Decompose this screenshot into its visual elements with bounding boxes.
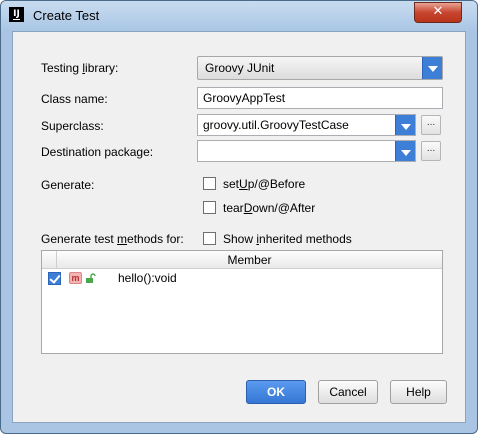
unlocked-padlock-icon bbox=[86, 273, 96, 283]
destination-package-browse-button[interactable]: ... bbox=[421, 141, 441, 161]
teardown-label: tearDown/@After bbox=[223, 201, 316, 215]
cancel-button[interactable]: Cancel bbox=[318, 380, 378, 404]
testing-library-value: Groovy JUnit bbox=[205, 61, 275, 75]
member-checkbox[interactable] bbox=[48, 272, 61, 285]
destination-package-label: Destination package: bbox=[41, 145, 154, 159]
teardown-checkbox[interactable] bbox=[203, 201, 216, 214]
testing-library-label: Testing library: bbox=[41, 61, 119, 75]
ok-button[interactable]: OK bbox=[246, 380, 306, 404]
close-button[interactable]: ✕ bbox=[414, 2, 462, 23]
setup-label: setUp/@Before bbox=[223, 177, 306, 191]
chevron-down-icon[interactable] bbox=[395, 141, 415, 161]
chevron-down-icon[interactable] bbox=[422, 57, 442, 79]
dialog-title: Create Test bbox=[33, 8, 100, 23]
dialog-content: Testing library: Groovy JUnit Class name… bbox=[12, 31, 466, 423]
method-icon: m bbox=[69, 272, 82, 284]
testing-library-combo[interactable]: Groovy JUnit bbox=[197, 56, 443, 80]
superclass-browse-button[interactable]: ... bbox=[421, 115, 441, 135]
superclass-field[interactable]: groovy.util.GroovyTestCase bbox=[197, 114, 416, 136]
help-button[interactable]: Help bbox=[390, 380, 447, 404]
show-inherited-label: Show inherited methods bbox=[223, 232, 352, 246]
table-row[interactable]: m hello():void bbox=[42, 268, 442, 289]
member-name: hello():void bbox=[118, 271, 177, 285]
chevron-down-icon[interactable] bbox=[395, 115, 415, 135]
member-column-header[interactable]: Member bbox=[57, 253, 442, 267]
title-bar[interactable]: IJ Create Test ✕ bbox=[1, 1, 477, 31]
class-name-field[interactable]: GroovyAppTest bbox=[197, 87, 443, 109]
superclass-label: Superclass: bbox=[41, 119, 104, 133]
class-name-label: Class name: bbox=[41, 92, 108, 106]
intellij-app-icon: IJ bbox=[9, 7, 24, 22]
close-icon: ✕ bbox=[432, 4, 444, 19]
members-table[interactable]: Member m hello():void bbox=[41, 250, 443, 354]
superclass-value: groovy.util.GroovyTestCase bbox=[203, 118, 349, 132]
setup-checkbox[interactable] bbox=[203, 177, 216, 190]
table-header: Member bbox=[42, 251, 442, 269]
generate-methods-label: Generate test methods for: bbox=[41, 232, 184, 246]
create-test-dialog: IJ Create Test ✕ Testing library: Groovy… bbox=[0, 0, 478, 434]
destination-package-field[interactable] bbox=[197, 140, 416, 162]
show-inherited-checkbox[interactable] bbox=[203, 232, 216, 245]
generate-label: Generate: bbox=[41, 178, 95, 192]
